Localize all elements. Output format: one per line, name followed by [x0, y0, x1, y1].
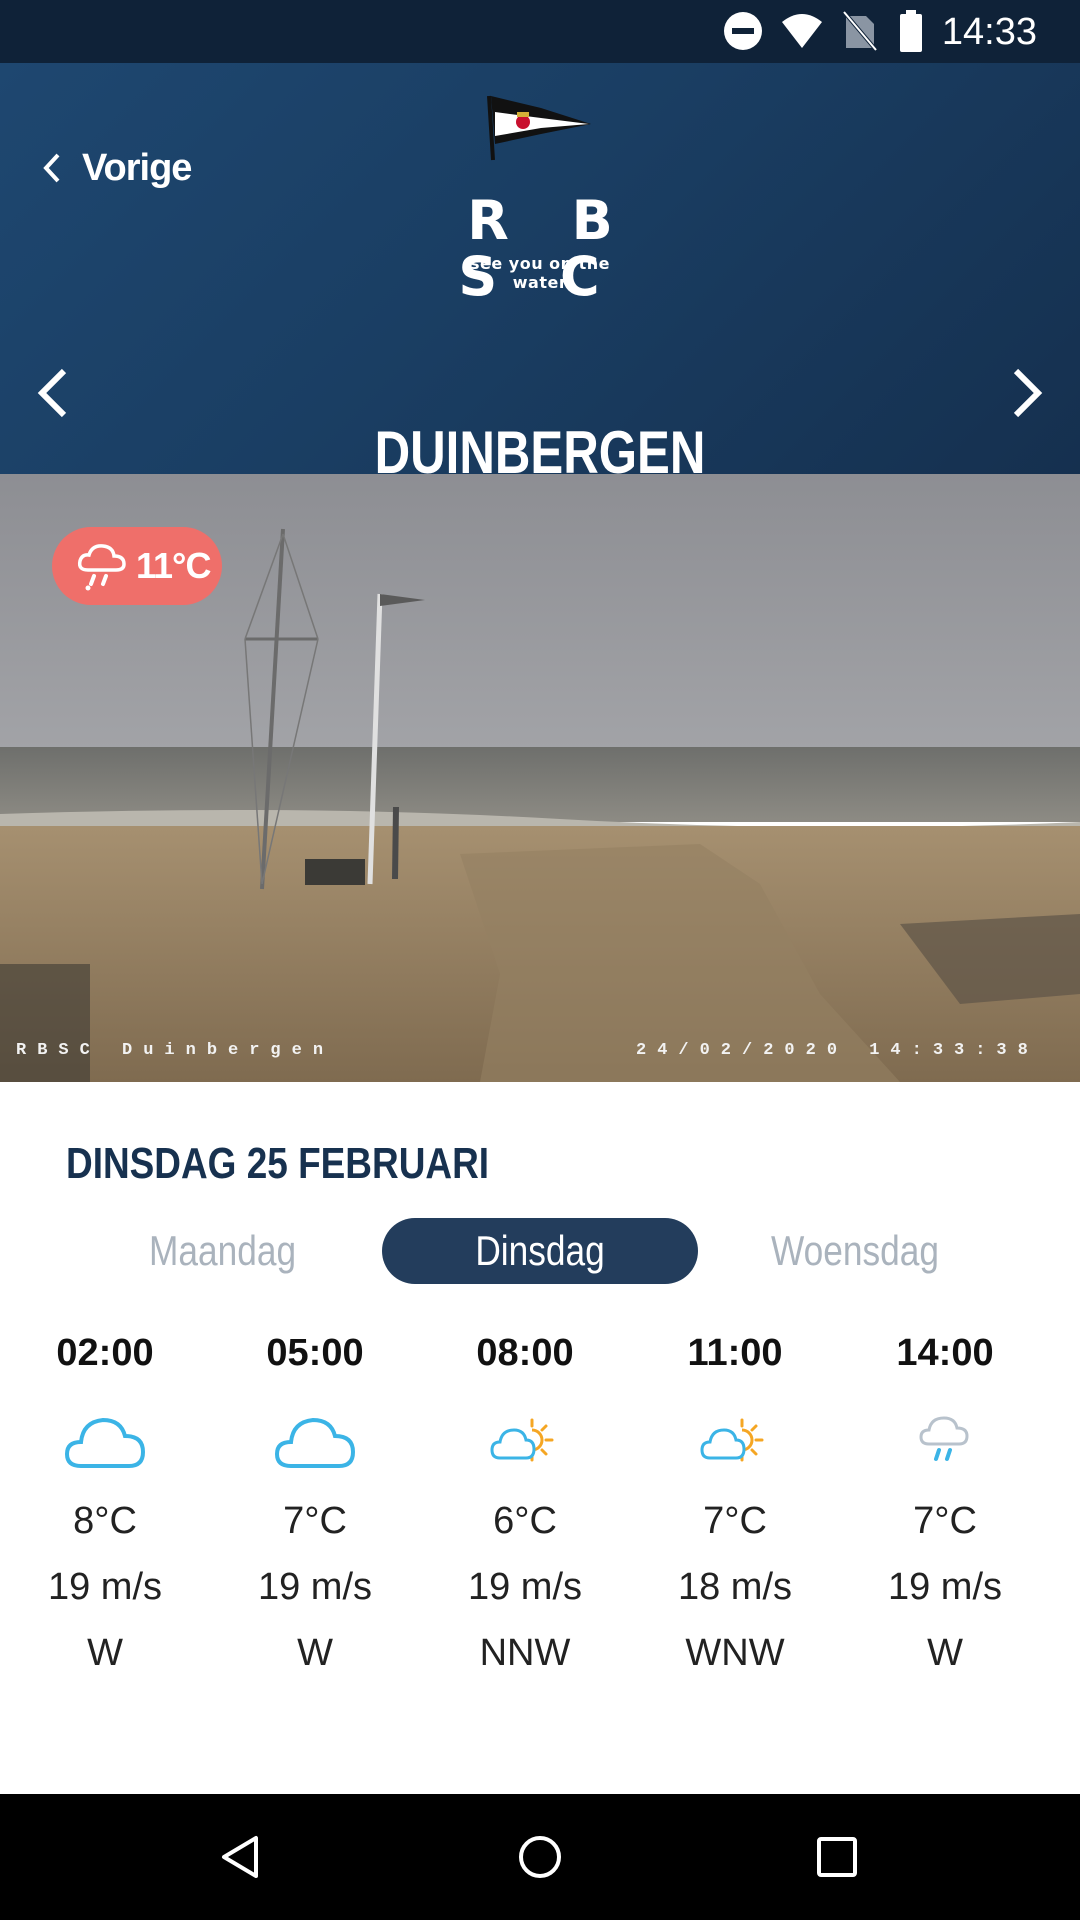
pennant-flag-icon	[487, 95, 591, 161]
logo-tagline: see you on the water	[469, 254, 611, 292]
hour-temperature: 7°C	[283, 1500, 347, 1542]
hour-forecast: 02:00 8°C 19 m/s W	[0, 1330, 210, 1676]
hour-time: 08:00	[476, 1332, 574, 1374]
do-not-disturb-icon	[724, 12, 762, 50]
cloud-sun-icon	[490, 1418, 554, 1462]
hour-time: 11:00	[687, 1332, 783, 1374]
hour-wind-speed: 19 m/s	[887, 1566, 1003, 1608]
hour-forecast: 08:00 6°C 19 m/s NNW	[420, 1330, 630, 1676]
chevron-left-icon	[43, 153, 60, 183]
hour-wind-direction: W	[87, 1632, 123, 1674]
cloud-sun-icon	[700, 1418, 764, 1462]
tab-label: Woensdag	[770, 1227, 940, 1274]
hour-forecast: 11:00 7°C 18 m/s WNW	[630, 1330, 840, 1676]
hour-forecast: 05:00 7°C 19 m/s W	[210, 1330, 420, 1676]
tab-label: Maandag	[149, 1227, 297, 1274]
battery-icon	[900, 10, 922, 52]
webcam-caption: RBSC Duinbergen	[16, 1041, 335, 1060]
hour-temperature: 7°C	[703, 1500, 767, 1542]
hour-forecast: 14:00 7°C 19 m/s W	[840, 1330, 1050, 1676]
wifi-icon	[782, 14, 822, 48]
tab-label: Dinsdag	[475, 1227, 605, 1274]
previous-location-button[interactable]	[34, 363, 74, 423]
system-nav-bar	[0, 1794, 1080, 1920]
status-bar: 14:33	[0, 0, 1080, 63]
hour-time: 05:00	[266, 1332, 364, 1374]
hour-wind-speed: 18 m/s	[677, 1566, 793, 1608]
back-icon[interactable]	[216, 1832, 266, 1882]
hour-temperature: 8°C	[73, 1500, 137, 1542]
no-sim-icon	[842, 10, 878, 52]
hour-wind-direction: W	[297, 1632, 333, 1674]
recents-icon[interactable]	[812, 1832, 862, 1882]
hour-time: 14:00	[896, 1332, 994, 1374]
hour-wind-speed: 19 m/s	[47, 1566, 163, 1608]
hour-time: 02:00	[56, 1332, 154, 1374]
hour-wind-direction: WNW	[685, 1632, 785, 1674]
current-weather-badge: 11°C	[52, 527, 222, 605]
back-button[interactable]: Vorige	[42, 143, 192, 193]
next-location-button[interactable]	[1006, 363, 1046, 423]
cloud-icon	[64, 1417, 146, 1468]
hour-wind-direction: W	[927, 1632, 963, 1674]
current-temperature: 11°C	[136, 545, 211, 586]
hour-wind-speed: 19 m/s	[257, 1566, 373, 1608]
forecast-date-heading: DINSDAG 25 FEBRUARI	[66, 1139, 490, 1188]
tab-maandag[interactable]: Maandag	[98, 1218, 348, 1284]
cloud-rain-icon	[77, 544, 126, 591]
cloud-icon	[274, 1417, 356, 1468]
tab-dinsdag[interactable]: Dinsdag	[382, 1218, 698, 1284]
hour-wind-speed: 19 m/s	[467, 1566, 583, 1608]
tab-woensdag[interactable]: Woensdag	[728, 1218, 982, 1284]
webcam-timestamp: 24/02/2020 14:33:38	[636, 1041, 1039, 1060]
home-icon[interactable]	[515, 1832, 565, 1882]
header: Vorige R B S C see you on the water DUIN…	[0, 63, 1080, 486]
hour-wind-direction: NNW	[479, 1632, 571, 1674]
cloud-drizzle-icon	[919, 1416, 969, 1461]
status-time: 14:33	[941, 11, 1037, 53]
hour-temperature: 7°C	[913, 1500, 977, 1542]
back-label: Vorige	[82, 146, 192, 189]
rbsc-logo: R B S C see you on the water	[440, 88, 640, 305]
hour-temperature: 6°C	[493, 1500, 557, 1542]
